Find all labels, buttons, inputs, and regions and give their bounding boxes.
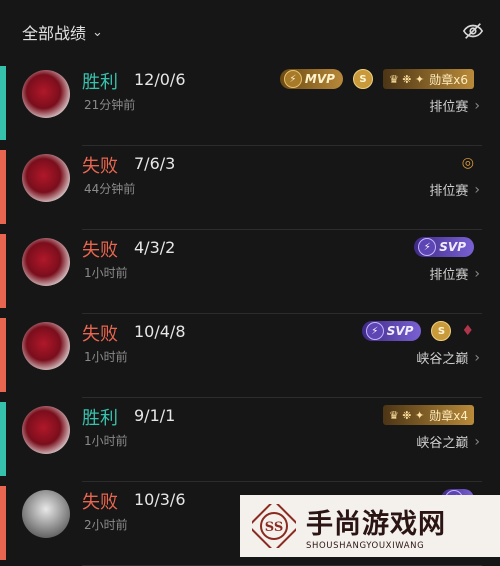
match-row[interactable]: 失败 10/4/8 1小时前 峡谷之巅 › ⚡ SVP S ♦ (0, 314, 500, 398)
medal-badge: ♛ ❉ ✦ 勋章x4 (382, 405, 474, 425)
match-time: 1小时前 (84, 350, 128, 364)
match-filter-dropdown[interactable]: 全部战绩 ⌄ (22, 20, 103, 44)
hero-avatar (22, 322, 70, 370)
hero-avatar (22, 70, 70, 118)
match-result: 失败 (82, 492, 118, 513)
match-result: 失败 (82, 240, 118, 261)
match-result: 胜利 (82, 72, 118, 93)
badge-group: ◎ (462, 152, 474, 174)
medal-count: 勋章x6 (429, 72, 468, 87)
eye-off-icon[interactable] (462, 20, 484, 42)
seal-logo-icon: SS (252, 504, 296, 548)
match-row[interactable]: 失败 4/3/2 1小时前 排位赛 › ⚡ SVP (0, 230, 500, 314)
match-time: 1小时前 (84, 434, 128, 448)
kda-score: 10/4/8 (134, 322, 186, 341)
demon-icon: ♦ (461, 323, 474, 339)
game-mode-label: 峡谷之巅 (416, 352, 469, 367)
svg-text:SS: SS (265, 520, 284, 535)
kda-score: 9/1/1 (134, 406, 176, 425)
badge-group: ⚡ MVP S ♛ ❉ ✦ 勋章x6 (279, 68, 474, 90)
match-time: 1小时前 (84, 266, 128, 280)
medal-icons: ♛ ❉ ✦ (388, 408, 425, 422)
badge-label: SVP (439, 240, 466, 254)
chevron-right-icon: › (474, 433, 480, 450)
result-color-bar (0, 234, 6, 308)
match-row[interactable]: 胜利 9/1/1 1小时前 峡谷之巅 › ♛ ❉ ✦ 勋章x4 (0, 398, 500, 482)
chevron-right-icon: › (474, 97, 480, 114)
match-row[interactable]: 失败 7/6/3 44分钟前 排位赛 › ◎ (0, 146, 500, 230)
badge-group: ♛ ❉ ✦ 勋章x4 (382, 404, 474, 426)
chevron-down-icon: ⌄ (92, 24, 103, 40)
kda-score: 4/3/2 (134, 238, 176, 257)
kda-score: 10/3/6 (134, 490, 186, 509)
chevron-right-icon: › (474, 265, 480, 282)
badge-group: ⚡ SVP (414, 236, 474, 258)
hero-avatar (22, 154, 70, 202)
hero-avatar (22, 406, 70, 454)
svp-badge: ⚡ SVP (414, 237, 474, 257)
result-color-bar (0, 66, 6, 140)
medal-icons: ♛ ❉ ✦ (388, 72, 425, 86)
watermark-title: 手尚游戏网 (306, 508, 446, 540)
game-mode-label: 排位赛 (429, 184, 469, 199)
match-time: 44分钟前 (84, 182, 136, 196)
coins-icon: ◎ (461, 155, 474, 171)
gold-coin-icon: S (431, 321, 452, 341)
kda-score: 7/6/3 (134, 154, 176, 173)
match-time: 2小时前 (84, 518, 128, 532)
match-time: 21分钟前 (84, 98, 136, 112)
chevron-right-icon: › (474, 349, 480, 366)
lightning-icon: ⚡ (283, 70, 302, 88)
watermark: SS 手尚游戏网 SHOUSHANGYOUXIWANG (240, 495, 500, 557)
result-color-bar (0, 402, 6, 476)
game-mode: 峡谷之巅 › (416, 432, 480, 452)
match-result: 失败 (82, 156, 118, 177)
game-mode: 峡谷之巅 › (416, 348, 480, 368)
header: 全部战绩 ⌄ (0, 0, 500, 62)
result-color-bar (0, 318, 6, 392)
medal-count: 勋章x4 (429, 408, 468, 423)
watermark-subtitle: SHOUSHANGYOUXIWANG (306, 540, 425, 551)
match-result: 失败 (82, 324, 118, 345)
medal-badge: ♛ ❉ ✦ 勋章x6 (382, 69, 474, 89)
game-mode-label: 排位赛 (429, 100, 469, 115)
kda-score: 12/0/6 (134, 70, 186, 89)
lightning-icon: ⚡ (365, 322, 384, 340)
badge-label: SVP (386, 324, 414, 338)
mvp-badge: ⚡ MVP (279, 69, 343, 89)
result-color-bar (0, 486, 6, 560)
result-color-bar (0, 150, 6, 224)
match-row[interactable]: 胜利 12/0/6 21分钟前 排位赛 › ⚡ MVP S ♛ ❉ ✦ 勋章x6 (0, 62, 500, 146)
hero-avatar (22, 238, 70, 286)
gold-coin-icon: S (352, 69, 373, 89)
badge-group: ⚡ SVP S ♦ (361, 320, 474, 342)
filter-label: 全部战绩 (22, 24, 87, 43)
chevron-right-icon: › (474, 181, 480, 198)
badge-label: MVP (304, 72, 335, 86)
game-mode: 排位赛 › (429, 264, 480, 284)
game-mode: 排位赛 › (429, 96, 480, 116)
game-mode: 排位赛 › (429, 180, 480, 200)
svp-badge: ⚡ SVP (361, 321, 422, 341)
match-result: 胜利 (82, 408, 118, 429)
hero-avatar (22, 490, 70, 538)
game-mode-label: 峡谷之巅 (416, 436, 469, 451)
game-mode-label: 排位赛 (429, 268, 469, 283)
lightning-icon: ⚡ (418, 238, 437, 256)
